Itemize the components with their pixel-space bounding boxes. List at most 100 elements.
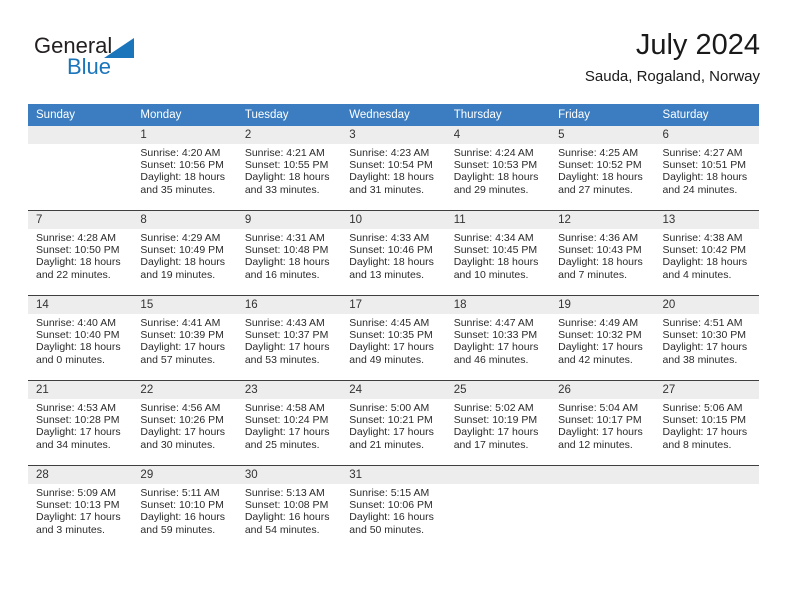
- daylight-text-line2: and 17 minutes.: [453, 438, 529, 451]
- calendar-day-cell[interactable]: [654, 465, 759, 550]
- daylight-text-line2: and 30 minutes.: [140, 438, 216, 451]
- sunset-text: Sunset: 10:30 PM: [662, 329, 746, 342]
- calendar-day-cell[interactable]: 8 Sunrise: 4:29 AM Sunset: 10:49 PM Dayl…: [132, 210, 237, 296]
- calendar-day-cell[interactable]: 5 Sunrise: 4:25 AM Sunset: 10:52 PM Dayl…: [550, 126, 655, 211]
- daylight-text-line2: and 8 minutes.: [662, 438, 732, 451]
- calendar-day-cell[interactable]: 30 Sunrise: 5:13 AM Sunset: 10:08 PM Day…: [236, 465, 342, 550]
- calendar-day-cell[interactable]: 14 Sunrise: 4:40 AM Sunset: 10:40 PM Day…: [28, 295, 133, 381]
- calendar-day-cell[interactable]: 2 Sunrise: 4:21 AM Sunset: 10:55 PM Dayl…: [236, 126, 342, 211]
- daylight-text-line2: and 24 minutes.: [662, 183, 738, 196]
- daylight-text-line1: Daylight: 17 hours: [244, 426, 330, 439]
- sunrise-text: Sunrise: 4:40 AM: [36, 317, 116, 329]
- day-details: Sunrise: 5:00 AM Sunset: 10:21 PM Daylig…: [341, 399, 445, 451]
- day-number: 5: [550, 126, 655, 144]
- sunset-text: Sunset: 10:54 PM: [349, 159, 433, 172]
- sunset-text: Sunset: 10:40 PM: [36, 329, 120, 342]
- day-number: 21: [28, 381, 133, 399]
- day-number: 30: [236, 466, 342, 484]
- sunrise-text: Sunrise: 4:36 AM: [558, 232, 639, 244]
- calendar-day-cell[interactable]: 6 Sunrise: 4:27 AM Sunset: 10:51 PM Dayl…: [654, 126, 759, 211]
- calendar-day-cell[interactable]: [445, 465, 551, 550]
- logo-text-blue: Blue: [67, 54, 112, 79]
- daylight-text-line1: Daylight: 17 hours: [36, 426, 121, 439]
- sunset-text: Sunset: 10:46 PM: [349, 244, 433, 257]
- calendar-day-cell[interactable]: 22 Sunrise: 4:56 AM Sunset: 10:26 PM Day…: [132, 380, 237, 466]
- day-details: Sunrise: 4:27 AM Sunset: 10:51 PM Daylig…: [655, 144, 759, 196]
- sunset-text: Sunset: 10:49 PM: [140, 244, 224, 257]
- day-details: Sunrise: 4:49 AM Sunset: 10:32 PM Daylig…: [550, 314, 654, 366]
- day-details: Sunrise: 4:34 AM Sunset: 10:45 PM Daylig…: [446, 229, 550, 281]
- calendar-day-cell[interactable]: 23 Sunrise: 4:58 AM Sunset: 10:24 PM Day…: [236, 380, 342, 466]
- day-number: 15: [132, 296, 237, 314]
- day-number: 14: [28, 296, 133, 314]
- daylight-text-line1: Daylight: 18 hours: [558, 256, 643, 269]
- calendar-day-cell[interactable]: 19 Sunrise: 4:49 AM Sunset: 10:32 PM Day…: [550, 295, 655, 381]
- day-number: 8: [132, 211, 237, 229]
- calendar-day-cell[interactable]: 26 Sunrise: 5:04 AM Sunset: 10:17 PM Day…: [550, 380, 655, 466]
- general-blue-logo[interactable]: General Blue: [34, 34, 184, 92]
- calendar-day-cell[interactable]: 21 Sunrise: 4:53 AM Sunset: 10:28 PM Day…: [28, 380, 133, 466]
- daylight-text-line1: Daylight: 18 hours: [36, 256, 121, 269]
- day-details: Sunrise: 5:15 AM Sunset: 10:06 PM Daylig…: [341, 484, 445, 536]
- calendar-day-cell[interactable]: 10 Sunrise: 4:33 AM Sunset: 10:46 PM Day…: [341, 210, 446, 296]
- daylight-text-line1: Daylight: 18 hours: [662, 171, 748, 184]
- calendar-day-cell[interactable]: 31 Sunrise: 5:15 AM Sunset: 10:06 PM Day…: [341, 465, 446, 550]
- day-number: 23: [236, 381, 342, 399]
- calendar-day-cell[interactable]: 12 Sunrise: 4:36 AM Sunset: 10:43 PM Day…: [550, 210, 655, 296]
- daylight-text-line1: Daylight: 17 hours: [349, 426, 434, 439]
- sunrise-text: Sunrise: 4:56 AM: [140, 402, 221, 414]
- sunset-text: Sunset: 10:52 PM: [558, 159, 642, 172]
- day-number: 2: [236, 126, 342, 144]
- sunrise-text: Sunrise: 4:24 AM: [453, 147, 534, 159]
- day-details: Sunrise: 4:58 AM Sunset: 10:24 PM Daylig…: [237, 399, 341, 451]
- calendar-day-cell[interactable]: 15 Sunrise: 4:41 AM Sunset: 10:39 PM Day…: [132, 295, 237, 381]
- calendar-day-cell[interactable]: 9 Sunrise: 4:31 AM Sunset: 10:48 PM Dayl…: [236, 210, 342, 296]
- daylight-text-line1: Daylight: 18 hours: [662, 256, 748, 269]
- sunset-text: Sunset: 10:13 PM: [36, 499, 120, 512]
- calendar-day-cell[interactable]: 16 Sunrise: 4:43 AM Sunset: 10:37 PM Day…: [236, 295, 342, 381]
- calendar-day-cell[interactable]: [28, 126, 133, 211]
- calendar-page: General Blue July 2024 Sauda, Rogaland, …: [0, 0, 792, 612]
- calendar-day-cell[interactable]: 13 Sunrise: 4:38 AM Sunset: 10:42 PM Day…: [654, 210, 759, 296]
- daylight-text-line2: and 50 minutes.: [349, 523, 424, 536]
- calendar-day-cell[interactable]: 3 Sunrise: 4:23 AM Sunset: 10:54 PM Dayl…: [341, 126, 446, 211]
- calendar-day-cell[interactable]: 17 Sunrise: 4:45 AM Sunset: 10:35 PM Day…: [341, 295, 446, 381]
- calendar-day-cell[interactable]: [550, 465, 655, 550]
- day-details: Sunrise: 4:47 AM Sunset: 10:33 PM Daylig…: [446, 314, 550, 366]
- day-number: [28, 126, 133, 144]
- calendar-day-cell[interactable]: 18 Sunrise: 4:47 AM Sunset: 10:33 PM Day…: [445, 295, 551, 381]
- day-number: 19: [550, 296, 655, 314]
- daylight-text-line1: Daylight: 16 hours: [349, 511, 434, 524]
- day-details: Sunrise: 4:31 AM Sunset: 10:48 PM Daylig…: [237, 229, 341, 281]
- daylight-text-line1: Daylight: 18 hours: [244, 171, 330, 184]
- page-subtitle: Sauda, Rogaland, Norway: [584, 68, 760, 85]
- day-number: [654, 466, 759, 484]
- calendar-day-cell[interactable]: 11 Sunrise: 4:34 AM Sunset: 10:45 PM Day…: [445, 210, 551, 296]
- calendar-day-cell[interactable]: 27 Sunrise: 5:06 AM Sunset: 10:15 PM Day…: [654, 380, 759, 466]
- daylight-text-line1: Daylight: 17 hours: [140, 341, 226, 354]
- calendar-week-row: 14 Sunrise: 4:40 AM Sunset: 10:40 PM Day…: [28, 295, 759, 381]
- day-number: 11: [445, 211, 551, 229]
- calendar-day-cell[interactable]: 4 Sunrise: 4:24 AM Sunset: 10:53 PM Dayl…: [445, 126, 551, 211]
- calendar-day-cell[interactable]: 7 Sunrise: 4:28 AM Sunset: 10:50 PM Dayl…: [28, 210, 133, 296]
- day-details: Sunrise: 4:25 AM Sunset: 10:52 PM Daylig…: [550, 144, 654, 196]
- calendar-day-cell[interactable]: 28 Sunrise: 5:09 AM Sunset: 10:13 PM Day…: [28, 465, 133, 550]
- sunrise-text: Sunrise: 4:49 AM: [558, 317, 639, 329]
- daylight-text-line1: Daylight: 16 hours: [244, 511, 330, 524]
- calendar-day-cell[interactable]: 29 Sunrise: 5:11 AM Sunset: 10:10 PM Day…: [132, 465, 237, 550]
- sunset-text: Sunset: 10:26 PM: [140, 414, 224, 427]
- day-number: 29: [132, 466, 237, 484]
- calendar-day-cell[interactable]: 25 Sunrise: 5:02 AM Sunset: 10:19 PM Day…: [445, 380, 551, 466]
- sunset-text: Sunset: 10:51 PM: [662, 159, 746, 172]
- sunrise-text: Sunrise: 4:58 AM: [244, 402, 325, 414]
- calendar-day-cell[interactable]: 20 Sunrise: 4:51 AM Sunset: 10:30 PM Day…: [654, 295, 759, 381]
- calendar-day-cell[interactable]: 1 Sunrise: 4:20 AM Sunset: 10:56 PM Dayl…: [132, 126, 237, 211]
- sunset-text: Sunset: 10:24 PM: [244, 414, 329, 427]
- day-number: 28: [28, 466, 133, 484]
- daylight-text-line2: and 3 minutes.: [36, 523, 105, 536]
- day-number: 10: [341, 211, 446, 229]
- daylight-text-line1: Daylight: 17 hours: [453, 426, 539, 439]
- day-number: 12: [550, 211, 655, 229]
- calendar-day-cell[interactable]: 24 Sunrise: 5:00 AM Sunset: 10:21 PM Day…: [341, 380, 446, 466]
- sunrise-text: Sunrise: 4:28 AM: [36, 232, 116, 244]
